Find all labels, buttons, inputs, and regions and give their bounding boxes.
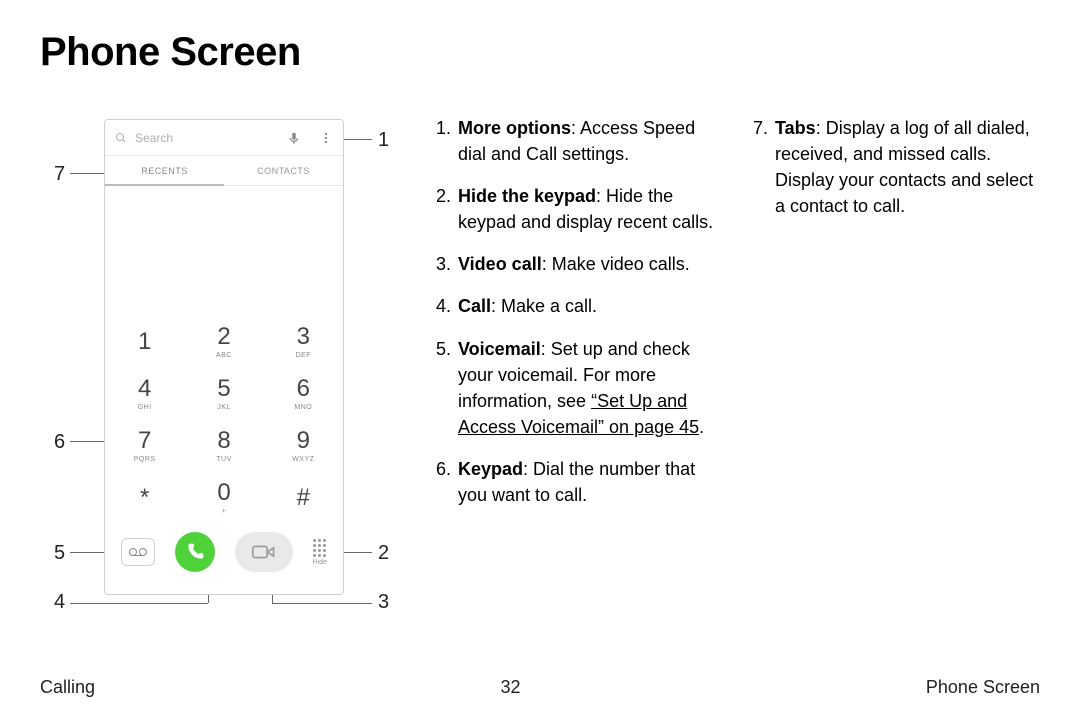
call-button[interactable]: [175, 532, 215, 572]
key-#[interactable]: #: [264, 472, 343, 524]
key-digit: 2: [217, 325, 230, 349]
key-5[interactable]: 5 JKL: [184, 368, 263, 420]
callout-7: 7: [54, 163, 65, 186]
callout-line: [70, 603, 208, 604]
tab-recents[interactable]: RECENTS: [105, 156, 224, 186]
item-text: Tabs: Display a log of all dialed, recei…: [775, 115, 1040, 219]
description-columns: 1. More options: Access Speed dial and C…: [436, 115, 1040, 635]
key-digit: 8: [217, 429, 230, 453]
callout-4: 4: [54, 591, 65, 614]
key-digit: 9: [297, 429, 310, 453]
key-letters: PQRS: [134, 456, 156, 463]
item-num: 5.: [436, 336, 458, 440]
key-4[interactable]: 4 GHI: [105, 368, 184, 420]
key-letters: GHI: [138, 404, 152, 411]
callout-line: [70, 441, 104, 442]
key-digit: 7: [138, 429, 151, 453]
content: 1 2 3 4 5 6 7 Search RECENTS CONTACTS: [40, 115, 1040, 635]
hide-label: Hide: [313, 559, 327, 566]
item-text: Voicemail: Set up and check your voicema…: [458, 336, 723, 440]
item-num: 6.: [436, 456, 458, 508]
callout-6: 6: [54, 431, 65, 454]
key-digit: 1: [138, 330, 151, 354]
key-digit: 6: [297, 377, 310, 401]
key-digit: *: [140, 486, 149, 510]
mic-icon[interactable]: [287, 131, 301, 145]
phone-diagram: 1 2 3 4 5 6 7 Search RECENTS CONTACTS: [40, 115, 400, 635]
tabs: RECENTS CONTACTS: [105, 156, 343, 186]
callout-line: [272, 603, 372, 604]
footer-page-number: 32: [500, 677, 520, 698]
keypad-hide-icon: [313, 539, 326, 557]
key-3[interactable]: 3 DEF: [264, 316, 343, 368]
callout-2: 2: [378, 542, 389, 565]
key-letters: ABC: [216, 352, 232, 359]
key-digit: 4: [138, 377, 151, 401]
item-text: Video call: Make video calls.: [458, 251, 723, 277]
keypad: 12ABC3DEF4GHI5JKL6MNO7PQRS8TUV9WXYZ*0+#: [105, 316, 343, 524]
footer: Calling 32 Phone Screen: [0, 677, 1080, 698]
list-item: 4. Call: Make a call.: [436, 293, 723, 319]
key-8[interactable]: 8 TUV: [184, 420, 263, 472]
list-item: 1. More options: Access Speed dial and C…: [436, 115, 723, 167]
search-bar[interactable]: Search: [105, 120, 343, 156]
voicemail-icon: [128, 546, 148, 558]
voicemail-button[interactable]: [121, 538, 155, 566]
key-2[interactable]: 2 ABC: [184, 316, 263, 368]
key-7[interactable]: 7 PQRS: [105, 420, 184, 472]
callout-3: 3: [378, 591, 389, 614]
item-num: 3.: [436, 251, 458, 277]
item-text: Call: Make a call.: [458, 293, 723, 319]
key-letters: TUV: [216, 456, 232, 463]
key-*[interactable]: *: [105, 472, 184, 524]
item-num: 2.: [436, 183, 458, 235]
item-num: 4.: [436, 293, 458, 319]
item-text: Hide the keypad: Hide the keypad and dis…: [458, 183, 723, 235]
key-6[interactable]: 6 MNO: [264, 368, 343, 420]
item-text: Keypad: Dial the number that you want to…: [458, 456, 723, 508]
list-item: 6. Keypad: Dial the number that you want…: [436, 456, 723, 508]
footer-right: Phone Screen: [926, 677, 1040, 698]
tab-contacts[interactable]: CONTACTS: [224, 156, 343, 186]
page-title: Phone Screen: [40, 30, 1040, 75]
item-num: 1.: [436, 115, 458, 167]
callout-5: 5: [54, 542, 65, 565]
callout-line: [340, 139, 372, 140]
list-item: 7. Tabs: Display a log of all dialed, re…: [753, 115, 1040, 219]
key-9[interactable]: 9 WXYZ: [264, 420, 343, 472]
key-letters: MNO: [294, 404, 312, 411]
phone-mock: Search RECENTS CONTACTS 1 2 ABC 3 DEF 4 GHI 5 JK…: [104, 119, 344, 595]
key-0[interactable]: 0+: [184, 472, 263, 524]
hide-keypad-button[interactable]: Hide: [313, 539, 327, 566]
bottom-bar: Hide: [105, 524, 343, 582]
search-placeholder: Search: [135, 131, 173, 145]
footer-left: Calling: [40, 677, 95, 698]
more-options-icon[interactable]: [319, 131, 333, 145]
blank-area: [105, 186, 343, 316]
callout-line: [340, 552, 372, 553]
list-item: 5. Voicemail: Set up and check your voic…: [436, 336, 723, 440]
col-2: 7. Tabs: Display a log of all dialed, re…: [753, 115, 1040, 635]
list-item: 3. Video call: Make video calls.: [436, 251, 723, 277]
callout-line: [70, 173, 106, 174]
phone-icon: [185, 542, 205, 562]
callout-1: 1: [378, 129, 389, 152]
key-1[interactable]: 1: [105, 316, 184, 368]
key-letters: +: [222, 508, 227, 515]
list-item: 2. Hide the keypad: Hide the keypad and …: [436, 183, 723, 235]
key-letters: DEF: [296, 352, 312, 359]
video-icon: [252, 544, 276, 560]
key-digit: 5: [217, 377, 230, 401]
search-icon: [115, 132, 127, 144]
key-digit: 0: [217, 481, 230, 505]
col-1: 1. More options: Access Speed dial and C…: [436, 115, 723, 635]
item-num: 7.: [753, 115, 775, 219]
item-text: More options: Access Speed dial and Call…: [458, 115, 723, 167]
video-call-button[interactable]: [235, 532, 293, 572]
key-letters: WXYZ: [292, 456, 314, 463]
key-digit: 3: [297, 325, 310, 349]
key-digit: #: [297, 486, 310, 510]
key-letters: JKL: [217, 404, 231, 411]
